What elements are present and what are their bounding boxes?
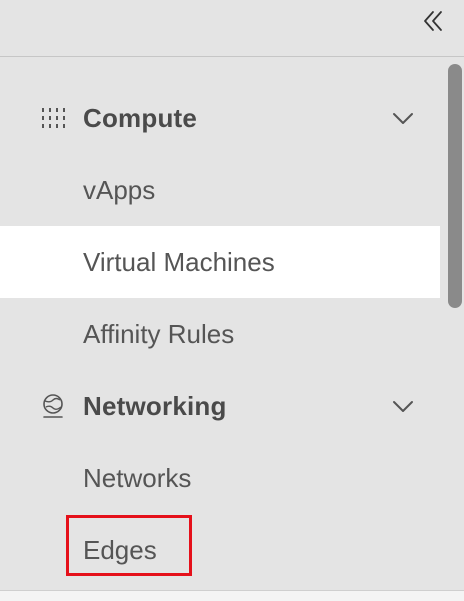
sidebar-item-label: Networks	[83, 462, 192, 493]
section-compute[interactable]: Compute	[0, 82, 440, 154]
chevron-down-icon[interactable]	[390, 105, 416, 131]
sidebar-item-label: vApps	[83, 174, 156, 205]
sidebar-item-edges[interactable]: Edges	[0, 514, 440, 586]
sidebar-bottom-edge	[0, 590, 464, 601]
networking-globe-icon	[40, 393, 66, 419]
sidebar-top-bar	[0, 0, 464, 57]
scrollbar-thumb[interactable]	[448, 64, 462, 308]
chevron-down-icon[interactable]	[390, 393, 416, 419]
sidebar-item-vapps[interactable]: vApps	[0, 154, 440, 226]
section-networking[interactable]: Networking	[0, 370, 440, 442]
double-chevron-left-icon	[424, 11, 442, 31]
sidebar-item-label: Affinity Rules	[83, 318, 235, 349]
sidebar-nav: Compute vApps Virtual Machines Affinity …	[0, 58, 440, 590]
section-networking-label: Networking	[83, 390, 227, 421]
collapse-sidebar-button[interactable]	[420, 8, 446, 34]
sidebar-item-label: Virtual Machines	[83, 246, 275, 277]
sidebar-item-networks[interactable]: Networks	[0, 442, 440, 514]
section-compute-label: Compute	[83, 102, 198, 133]
sidebar-item-label: Edges	[83, 534, 157, 565]
sidebar-item-virtual-machines[interactable]: Virtual Machines	[0, 226, 440, 298]
compute-grid-icon	[40, 105, 66, 131]
sidebar-item-affinity-rules[interactable]: Affinity Rules	[0, 298, 440, 370]
